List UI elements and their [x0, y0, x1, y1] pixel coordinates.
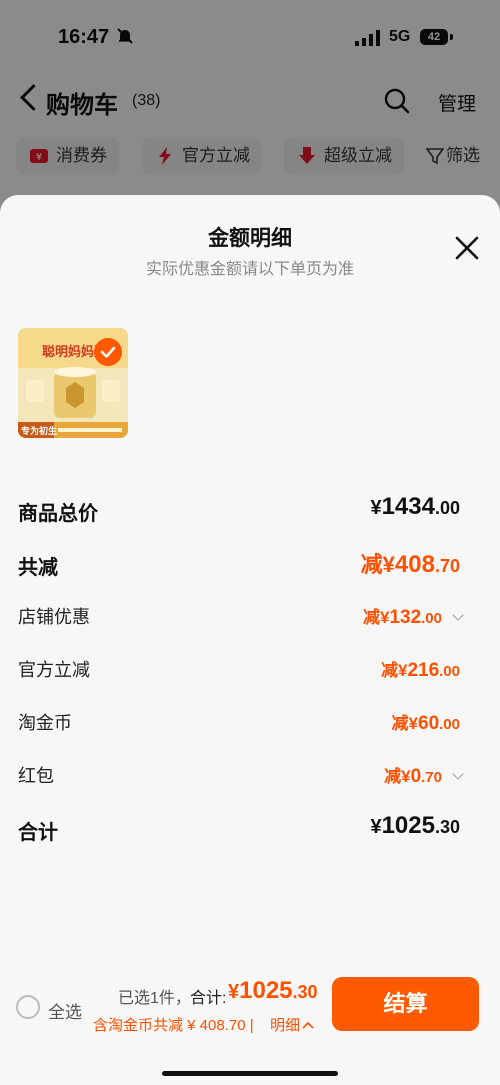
row-value: 减¥408.70 — [361, 547, 460, 579]
close-icon[interactable] — [454, 235, 480, 261]
checkout-bar: 全选 已选1件， 合计: ¥1025.30 含淘金币共减 ¥ 408.70 | … — [0, 967, 500, 1085]
select-all-radio[interactable] — [16, 995, 40, 1019]
total-label: 合计: — [190, 990, 227, 1007]
row-label: 共减 — [18, 557, 58, 579]
row-label: 商品总价 — [18, 503, 98, 525]
currency-prefix: ¥ — [370, 497, 382, 519]
chevron-down-icon[interactable] — [452, 768, 464, 780]
product-tag-text: 专为初生 — [21, 425, 57, 437]
value-decimal: .00 — [421, 610, 442, 627]
sheet-title: 金额明细 — [208, 227, 292, 250]
total-value: ¥1025.30 — [228, 977, 318, 1005]
select-all-label[interactable]: 全选 — [48, 998, 82, 1023]
value-decimal: .70 — [421, 769, 442, 786]
row-value: 减¥132.00 — [363, 603, 442, 629]
row-value: 减¥0.70 — [384, 762, 442, 788]
value-decimal: .30 — [292, 982, 318, 1002]
row-goods-total: 商品总价 ¥1434.00 — [18, 491, 464, 527]
detail-label: 明细 — [270, 1017, 301, 1034]
detail-toggle[interactable]: 明细 — [270, 1014, 314, 1035]
currency-prefix: 减¥ — [362, 608, 390, 627]
value-integer: 1434 — [381, 493, 435, 520]
currency-prefix: 减¥ — [360, 552, 395, 577]
currency-prefix: ¥ — [228, 981, 240, 1003]
chevron-down-icon[interactable] — [452, 609, 464, 621]
row-taojinbi: 淘金币 减¥60.00 — [18, 703, 464, 739]
row-label: 合计 — [18, 822, 58, 844]
row-value: 减¥60.00 — [392, 709, 460, 735]
selected-check-icon[interactable] — [94, 338, 122, 366]
row-value: ¥1434.00 — [370, 493, 460, 521]
row-grand-total: 合计 ¥1025.30 — [18, 810, 464, 846]
value-integer: 408 — [394, 551, 435, 578]
value-decimal: .00 — [439, 663, 460, 680]
home-indicator — [162, 1071, 338, 1076]
sheet-subtitle: 实际优惠金额请以下单页为准 — [145, 261, 354, 278]
amount-detail-sheet: 金额明细 实际优惠金额请以下单页为准 聪明妈妈选 专为初生 商品总价 ¥1434… — [0, 195, 500, 1085]
currency-prefix: 减¥ — [384, 767, 411, 786]
chevron-up-icon — [302, 1021, 314, 1029]
value-decimal: .30 — [434, 817, 460, 837]
value-integer: 1025 — [381, 812, 435, 839]
row-value: ¥1025.30 — [370, 812, 460, 840]
row-red-packet[interactable]: 红包 减¥0.70 — [18, 756, 464, 792]
value-decimal: .70 — [434, 556, 460, 576]
value-integer: 0 — [410, 766, 422, 787]
row-value: 减¥216.00 — [381, 656, 460, 682]
checkout-button[interactable]: 结算 — [332, 977, 479, 1031]
row-label: 官方立减 — [18, 660, 90, 680]
row-official-discount: 官方立减 减¥216.00 — [18, 650, 464, 686]
included-discount-text: 含淘金币共减 ¥ 408.70 | — [93, 1017, 254, 1034]
value-integer: 60 — [418, 713, 440, 734]
value-integer: 1025 — [239, 977, 293, 1004]
row-total-reduction: 共减 减¥408.70 — [18, 545, 464, 581]
value-decimal: .00 — [434, 498, 460, 518]
row-store-discount[interactable]: 店铺优惠 减¥132.00 — [18, 597, 464, 633]
currency-prefix: 减¥ — [391, 714, 418, 733]
row-label: 红包 — [18, 766, 54, 786]
row-label: 店铺优惠 — [18, 607, 90, 627]
value-integer: 132 — [389, 607, 422, 628]
row-label: 淘金币 — [18, 713, 72, 733]
value-integer: 216 — [407, 660, 440, 681]
selected-count: 已选1件， — [118, 990, 191, 1007]
currency-prefix: ¥ — [370, 816, 382, 838]
value-decimal: .00 — [439, 716, 460, 733]
currency-prefix: 减¥ — [380, 661, 408, 680]
